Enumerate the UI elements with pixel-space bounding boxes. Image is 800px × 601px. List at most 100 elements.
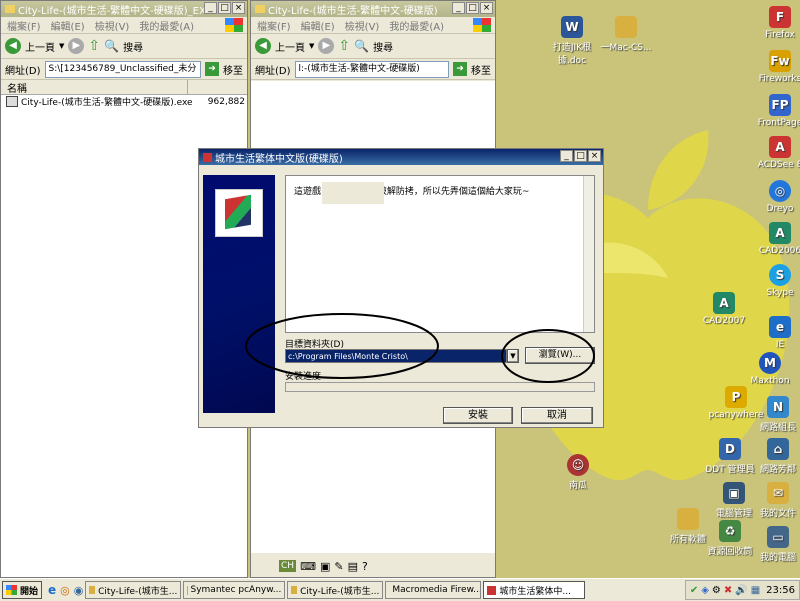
maximize-button[interactable]: □ bbox=[466, 2, 479, 14]
search-icon[interactable]: 🔍 bbox=[104, 39, 119, 53]
folder-icon bbox=[255, 5, 265, 13]
pen-icon[interactable]: ✎ bbox=[334, 560, 343, 573]
go-button[interactable]: 移至 bbox=[471, 62, 491, 77]
address-input[interactable]: l:-(城市生活-繁體中文-硬碟版) bbox=[295, 61, 449, 78]
desktop-icon-dreyo[interactable]: ◎Dreyo bbox=[750, 180, 800, 214]
maximize-button[interactable]: □ bbox=[574, 150, 587, 162]
desktop-icon-skype[interactable]: SSkype bbox=[750, 264, 800, 298]
quicklaunch-ie-icon[interactable]: e bbox=[48, 583, 56, 597]
fireworks-icon: Fw bbox=[769, 50, 791, 72]
file-size: 962,882 bbox=[201, 97, 247, 107]
menu-favorites[interactable]: 我的最愛(A) bbox=[389, 18, 444, 33]
installer-titlebar[interactable]: 城市生活繁体中文版(硬碟版) _ □ × bbox=[199, 149, 603, 165]
dest-folder-input[interactable]: c:\Program Files\Monte Cristo\ bbox=[285, 349, 507, 363]
desktop-icon-word-doc[interactable]: W打造JIK根據.doc bbox=[542, 16, 602, 66]
desktop-icon-character[interactable]: ☺南瓜 bbox=[548, 454, 608, 491]
installer-dialog[interactable]: 城市生活繁体中文版(硬碟版) _ □ × 這遊戲 因爲暫時無法破解防拷，所以先弄… bbox=[198, 148, 604, 428]
address-input[interactable]: S:\[123456789_Unclassified_未分 bbox=[45, 61, 201, 78]
maximize-button[interactable]: □ bbox=[218, 2, 231, 14]
go-arrow-icon[interactable]: ➜ bbox=[453, 62, 467, 76]
minimize-button[interactable]: _ bbox=[452, 2, 465, 14]
desktop-icon-fireworks[interactable]: FwFireworks bbox=[750, 50, 800, 84]
volume-icon[interactable]: 🔊 bbox=[735, 585, 747, 596]
menu-view[interactable]: 檢視(V) bbox=[95, 18, 130, 33]
forward-arrow-icon[interactable]: ▶ bbox=[68, 38, 84, 54]
column-name-header[interactable]: 名稱 bbox=[1, 80, 188, 94]
column-size-header[interactable] bbox=[188, 80, 247, 94]
desktop-icon-my-computer[interactable]: ▭我的電腦 bbox=[748, 526, 800, 563]
dropdown-icon[interactable]: ▼ bbox=[309, 42, 314, 50]
taskbar-item[interactable]: Symantec pcAnyw... bbox=[183, 581, 285, 599]
scrollbar[interactable] bbox=[583, 176, 594, 332]
dropdown-icon[interactable]: ▼ bbox=[59, 42, 64, 50]
cancel-button[interactable]: 取消 bbox=[521, 407, 593, 424]
tray-icon[interactable]: ▤ bbox=[348, 560, 358, 573]
desktop-icon-ddt[interactable]: DDDT 管理員 bbox=[700, 438, 760, 475]
network-icon: ⌂ bbox=[767, 438, 789, 460]
menu-file[interactable]: 檔案(F) bbox=[7, 18, 41, 33]
my-computer-icon: ▭ bbox=[767, 526, 789, 548]
tray-icon[interactable]: ◈ bbox=[701, 585, 709, 596]
browse-button[interactable]: 瀏覽(W)... bbox=[525, 347, 595, 364]
search-icon[interactable]: 🔍 bbox=[354, 39, 369, 53]
menu-favorites[interactable]: 我的最愛(A) bbox=[139, 18, 194, 33]
lang-indicator[interactable]: CH bbox=[279, 560, 296, 572]
back-arrow-icon[interactable]: ◀ bbox=[5, 38, 21, 54]
back-arrow-icon[interactable]: ◀ bbox=[255, 38, 271, 54]
desktop-icon-mac-cs[interactable]: 一Mac-CS... bbox=[596, 16, 656, 53]
tray-icon[interactable]: ▣ bbox=[320, 560, 330, 573]
tray-icon[interactable]: ✖ bbox=[724, 585, 732, 596]
tray-icon[interactable]: ▦ bbox=[751, 585, 760, 596]
message-box[interactable]: 這遊戲 因爲暫時無法破解防拷，所以先弄個這個給大家玩~ bbox=[285, 175, 595, 333]
search-button[interactable]: 搜尋 bbox=[373, 39, 393, 54]
taskbar-item[interactable]: City-Life-(城市生... bbox=[287, 581, 383, 599]
quicklaunch-icon[interactable]: ◉ bbox=[74, 584, 84, 597]
back-button[interactable]: 上一頁 bbox=[25, 39, 55, 54]
keyboard-icon[interactable]: ⌨ bbox=[300, 560, 316, 573]
window-title: City-Life-(城市生活-繁體中文-硬碟版)_EXE bbox=[18, 2, 212, 17]
cad2007-icon: A bbox=[713, 292, 735, 314]
menu-file[interactable]: 檔案(F) bbox=[257, 18, 291, 33]
up-folder-icon[interactable]: ⇧ bbox=[338, 38, 350, 54]
forward-arrow-icon[interactable]: ▶ bbox=[318, 38, 334, 54]
up-folder-icon[interactable]: ⇧ bbox=[88, 38, 100, 54]
install-button[interactable]: 安裝 bbox=[443, 407, 513, 424]
close-button[interactable]: × bbox=[588, 150, 601, 162]
quicklaunch-icon[interactable]: ◎ bbox=[60, 584, 70, 597]
desktop-icon-maxthon[interactable]: MMaxthon bbox=[740, 352, 800, 386]
start-button[interactable]: 開始 bbox=[2, 581, 42, 599]
desktop-icon-ie[interactable]: eIE bbox=[750, 316, 800, 350]
clock[interactable]: 23:56 bbox=[766, 585, 795, 596]
minimize-button[interactable]: _ bbox=[560, 150, 573, 162]
tray-icon[interactable]: ✔ bbox=[690, 585, 698, 596]
frontpage-icon: FP bbox=[769, 94, 791, 116]
desktop-icon-net-manager[interactable]: N網路組長 bbox=[748, 396, 800, 433]
back-button[interactable]: 上一頁 bbox=[275, 39, 305, 54]
close-button[interactable]: × bbox=[480, 2, 493, 14]
exe-file-icon bbox=[6, 96, 18, 107]
explorer-left-titlebar[interactable]: City-Life-(城市生活-繁體中文-硬碟版)_EXE _ □ × bbox=[1, 1, 247, 17]
pcanywhere-icon: P bbox=[725, 386, 747, 408]
tray-icon[interactable]: ⚙ bbox=[712, 585, 721, 596]
go-button[interactable]: 移至 bbox=[223, 62, 243, 77]
close-button[interactable]: × bbox=[232, 2, 245, 14]
go-arrow-icon[interactable]: ➜ bbox=[205, 62, 219, 76]
dest-dropdown-button[interactable]: ▼ bbox=[507, 349, 519, 363]
list-item[interactable]: City-Life-(城市生活-繁體中文-硬碟版).exe 962,882 bbox=[1, 95, 247, 108]
explorer-right-titlebar[interactable]: City-Life-(城市生活-繁體中文-硬碟版) _ □ × bbox=[251, 1, 495, 17]
menu-edit[interactable]: 編輯(E) bbox=[51, 18, 85, 33]
desktop-icon-cad2006[interactable]: ACAD2006 bbox=[750, 222, 800, 256]
menu-view[interactable]: 檢視(V) bbox=[345, 18, 380, 33]
taskbar-item[interactable]: City-Life-(城市生... bbox=[85, 581, 181, 599]
minimize-button[interactable]: _ bbox=[204, 2, 217, 14]
desktop-icon-acdsee[interactable]: AACDSee 8 bbox=[750, 136, 800, 170]
menu-edit[interactable]: 編輯(E) bbox=[301, 18, 335, 33]
desktop-icon-frontpage[interactable]: FPFrontPage bbox=[750, 94, 800, 128]
help-icon[interactable]: ? bbox=[362, 560, 368, 573]
desktop-icon-firefox[interactable]: FFirefox bbox=[750, 6, 800, 40]
search-button[interactable]: 搜尋 bbox=[123, 39, 143, 54]
desktop-icon-cad2007[interactable]: ACAD2007 bbox=[694, 292, 754, 326]
desktop-icon-all-software[interactable]: 所有軟體 bbox=[658, 508, 718, 545]
taskbar-item-active[interactable]: 城市生活繁体中... bbox=[483, 581, 585, 599]
taskbar-item[interactable]: Macromedia Firew... bbox=[385, 581, 481, 599]
